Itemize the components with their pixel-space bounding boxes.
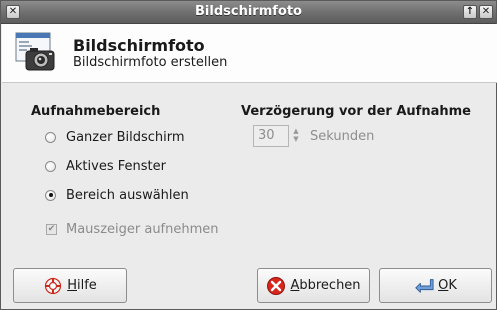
radio-whole-screen[interactable]: Ganzer Bildschirm: [45, 128, 185, 146]
help-button-label: Hilfe: [67, 278, 97, 293]
dialog-header: Bildschirmfoto Bildschirmfoto erstellen: [2, 24, 497, 83]
window-close-button[interactable]: ✕: [479, 5, 493, 19]
window-title: Bildschirmfoto: [195, 4, 302, 19]
delay-unit-label: Sekunden: [310, 129, 375, 144]
capture-area-heading: Aufnahmebereich: [31, 104, 161, 119]
screenshot-camera-icon: [15, 32, 55, 71]
radio-indicator[interactable]: [45, 131, 56, 143]
radio-label: Bereich auswählen: [66, 187, 189, 203]
radio-select-area[interactable]: Bereich auswählen: [45, 186, 189, 204]
cancel-button[interactable]: Abbrechen: [257, 268, 370, 303]
cancel-button-label: Abbrechen: [290, 278, 361, 293]
close-icon: ✕: [481, 6, 491, 17]
ok-enter-arrow-icon: [414, 276, 434, 296]
delay-heading: Verzögerung vor der Aufnahme: [241, 104, 471, 119]
mouse-pointer-checkbox[interactable]: ✔: [46, 223, 57, 235]
spin-arrows-icon[interactable]: ▲ ▼: [292, 127, 300, 145]
header-subtitle: Bildschirmfoto erstellen: [73, 55, 228, 70]
help-button[interactable]: Hilfe: [13, 268, 127, 303]
cancel-icon: [266, 276, 286, 296]
radio-label: Aktives Fenster: [66, 158, 166, 174]
radio-indicator[interactable]: [45, 160, 56, 172]
titlebar: ✕ Bildschirmfoto ↑ ✕: [1, 1, 496, 24]
ok-button-label: OK: [438, 278, 457, 293]
help-lifebuoy-icon: [43, 276, 63, 296]
radio-active-window[interactable]: Aktives Fenster: [45, 157, 166, 175]
delay-spinbutton[interactable]: 30: [253, 125, 289, 147]
radio-label: Ganzer Bildschirm: [66, 129, 185, 145]
header-title: Bildschirmfoto: [73, 36, 205, 55]
arrow-up-icon: ↑: [465, 6, 475, 17]
ok-button[interactable]: OK: [379, 268, 492, 303]
radio-indicator-selected[interactable]: [45, 189, 56, 201]
screenshot-dialog: ✕ Bildschirmfoto ↑ ✕ Bildschirmfoto Bild…: [0, 0, 497, 310]
window-shade-button[interactable]: ↑: [463, 5, 477, 19]
mouse-pointer-label: Mauszeiger aufnehmen: [66, 221, 219, 237]
mouse-pointer-checkbox-row[interactable]: ✔ Mauszeiger aufnehmen: [46, 220, 219, 238]
